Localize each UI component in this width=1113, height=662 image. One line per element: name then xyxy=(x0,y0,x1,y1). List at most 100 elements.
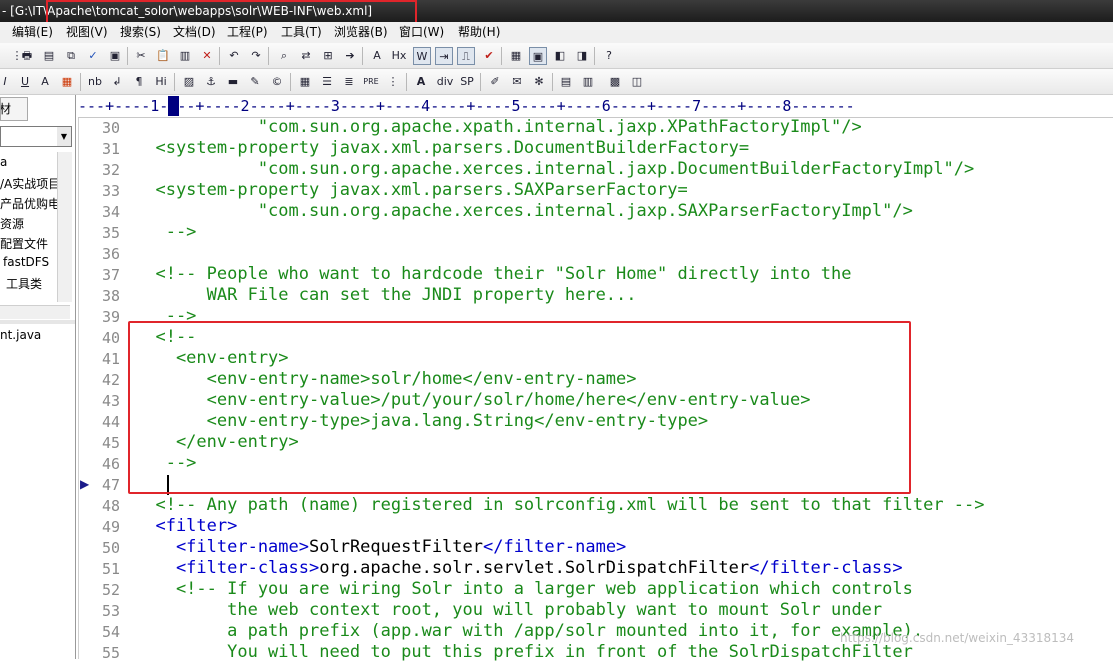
word-wrap-icon[interactable]: W xyxy=(413,47,431,65)
script-icon[interactable]: ✉ xyxy=(508,73,526,91)
menu-tools[interactable]: 工具(T) xyxy=(281,22,322,43)
line-number: 40 xyxy=(101,329,120,347)
tree-item[interactable]: 配置文件 xyxy=(0,235,48,252)
panel-splitter[interactable] xyxy=(0,320,75,324)
heading-button[interactable]: Hi xyxy=(152,73,170,91)
line-number: 34 xyxy=(101,203,120,221)
menu-search[interactable]: 搜索(S) xyxy=(120,22,161,43)
left-panel-tab[interactable]: 材 xyxy=(0,97,28,121)
font-icon[interactable]: A xyxy=(368,47,386,65)
line-number: 41 xyxy=(101,350,120,368)
checkmark-icon[interactable]: ✔ xyxy=(480,47,498,65)
color-palette-icon[interactable]: ▦ xyxy=(58,73,76,91)
underline-button[interactable]: U xyxy=(16,73,34,91)
code-line[interactable]: <!-- Any path (name) registered in solrc… xyxy=(135,495,984,515)
nbsp-button[interactable]: nb xyxy=(86,73,104,91)
tree-item[interactable]: fastDFS xyxy=(3,255,49,269)
tree-item[interactable]: a xyxy=(0,155,7,169)
find-in-files-icon[interactable]: ⊞ xyxy=(319,47,337,65)
line-number: 43 xyxy=(101,392,120,410)
replace-icon[interactable]: ⇄ xyxy=(297,47,315,65)
table-icon[interactable]: ▦ xyxy=(296,73,314,91)
code-line[interactable]: --> xyxy=(135,222,197,242)
code-line[interactable]: the web context root, you will probably … xyxy=(135,600,882,620)
italic-button[interactable]: I xyxy=(0,73,14,91)
center-icon[interactable]: ≣ xyxy=(340,73,358,91)
menu-view[interactable]: 视图(V) xyxy=(66,22,108,43)
cut-icon[interactable]: ✂ xyxy=(132,47,150,65)
menu-browser[interactable]: 浏览器(B) xyxy=(334,22,388,43)
spellcheck-icon[interactable]: ✓ xyxy=(84,47,102,65)
code-token: a path prefix (app.war with /app/solr mo… xyxy=(135,621,924,641)
delete-icon[interactable]: ✕ xyxy=(198,47,216,65)
paragraph-button[interactable]: ¶ xyxy=(130,73,148,91)
ruler-icon[interactable]: ⎍ xyxy=(457,47,475,65)
file-list-item[interactable]: nt.java xyxy=(0,328,41,342)
ordered-list-icon[interactable]: ⋮ xyxy=(384,73,402,91)
code-line[interactable]: <system-property javax.xml.parsers.Docum… xyxy=(135,138,749,158)
code-line[interactable]: <system-property javax.xml.parsers.SAXPa… xyxy=(135,180,687,200)
form-icon[interactable]: ▤ xyxy=(557,73,575,91)
code-line[interactable]: <filter-name>SolrRequestFilter</filter-n… xyxy=(135,537,626,557)
format-icon[interactable]: ▣ xyxy=(106,47,124,65)
form-field-icon[interactable]: ▥ xyxy=(579,73,597,91)
pencil-icon[interactable]: ✎ xyxy=(246,73,264,91)
output-panel-icon[interactable]: ▣ xyxy=(529,47,547,65)
menu-edit[interactable]: 编辑(E) xyxy=(12,22,53,43)
tree-item[interactable]: 工具类 xyxy=(6,275,42,292)
tree-item[interactable]: /A实战项目 xyxy=(0,175,60,192)
pre-button[interactable]: PRE xyxy=(362,73,380,91)
line-number: 53 xyxy=(101,602,120,620)
span-button[interactable]: SP xyxy=(458,73,476,91)
menu-help[interactable]: 帮助(H) xyxy=(458,22,500,43)
copyright-icon[interactable]: © xyxy=(268,73,286,91)
image-icon[interactable]: ▨ xyxy=(180,73,198,91)
left-panel-hscrollbar[interactable] xyxy=(0,305,70,319)
code-line[interactable]: "com.sun.org.apache.xerces.internal.jaxp… xyxy=(135,201,913,221)
paste-icon[interactable]: 📋 xyxy=(154,47,172,65)
code-line[interactable]: You will need to put this prefix in fron… xyxy=(135,642,913,662)
show-spaces-icon[interactable]: ⇥ xyxy=(435,47,453,65)
div-button[interactable]: div xyxy=(434,73,456,91)
chevron-down-icon[interactable]: ▼ xyxy=(57,127,71,146)
print-icon[interactable]: 🖶 xyxy=(18,47,36,65)
tools-icon[interactable]: ✻ xyxy=(530,73,548,91)
copy-icon[interactable]: ⧉ xyxy=(62,47,80,65)
left-panel-scrollbar[interactable] xyxy=(57,152,72,302)
undo-icon[interactable]: ↶ xyxy=(225,47,243,65)
redo-icon[interactable]: ↷ xyxy=(247,47,265,65)
left-panel-dropdown[interactable]: ▼ xyxy=(0,126,72,147)
font-color-button[interactable]: A xyxy=(36,73,54,91)
goto-icon[interactable]: ➔ xyxy=(341,47,359,65)
code-line[interactable]: <!-- If you are wiring Solr into a large… xyxy=(135,579,913,599)
find-icon[interactable]: ⌕ xyxy=(275,47,293,65)
tree-item[interactable]: 资源 xyxy=(0,215,24,232)
menu-document[interactable]: 文档(D) xyxy=(173,22,216,43)
line-number: 46 xyxy=(101,455,120,473)
code-token: --> xyxy=(135,222,197,242)
frame-icon[interactable]: ◫ xyxy=(628,73,646,91)
code-line[interactable]: <filter-class>org.apache.solr.servlet.So… xyxy=(135,558,903,578)
code-line[interactable]: <!-- People who want to hardcode their "… xyxy=(135,264,851,284)
window-icon[interactable]: ◨ xyxy=(573,47,591,65)
horizontal-rule-icon[interactable]: ▬ xyxy=(224,73,242,91)
panel-icon[interactable]: ▦ xyxy=(507,47,525,65)
anchor-icon[interactable]: ⚓ xyxy=(202,73,220,91)
font-tag-button[interactable]: A xyxy=(412,73,430,91)
menu-project[interactable]: 工程(P) xyxy=(227,22,268,43)
list-icon[interactable]: ☰ xyxy=(318,73,336,91)
browser-view-icon[interactable]: ◧ xyxy=(551,47,569,65)
code-line[interactable]: "com.sun.org.apache.xpath.internal.jaxp.… xyxy=(135,117,862,137)
line-break-icon[interactable]: ↲ xyxy=(108,73,126,91)
code-line[interactable]: WAR File can set the JNDI property here.… xyxy=(135,285,637,305)
help-pointer-icon[interactable]: ? xyxy=(600,47,618,65)
hex-icon[interactable]: Hx xyxy=(390,47,408,65)
menu-window[interactable]: 窗口(W) xyxy=(399,22,444,43)
clipboard-icon[interactable]: ▥ xyxy=(176,47,194,65)
color-grid-icon[interactable]: ▩ xyxy=(606,73,624,91)
print-preview-icon[interactable]: ▤ xyxy=(40,47,58,65)
style-edit-icon[interactable]: ✐ xyxy=(486,73,504,91)
code-line[interactable]: "com.sun.org.apache.xerces.internal.jaxp… xyxy=(135,159,974,179)
code-line[interactable]: <filter> xyxy=(135,516,237,536)
code-line[interactable]: a path prefix (app.war with /app/solr mo… xyxy=(135,621,923,641)
